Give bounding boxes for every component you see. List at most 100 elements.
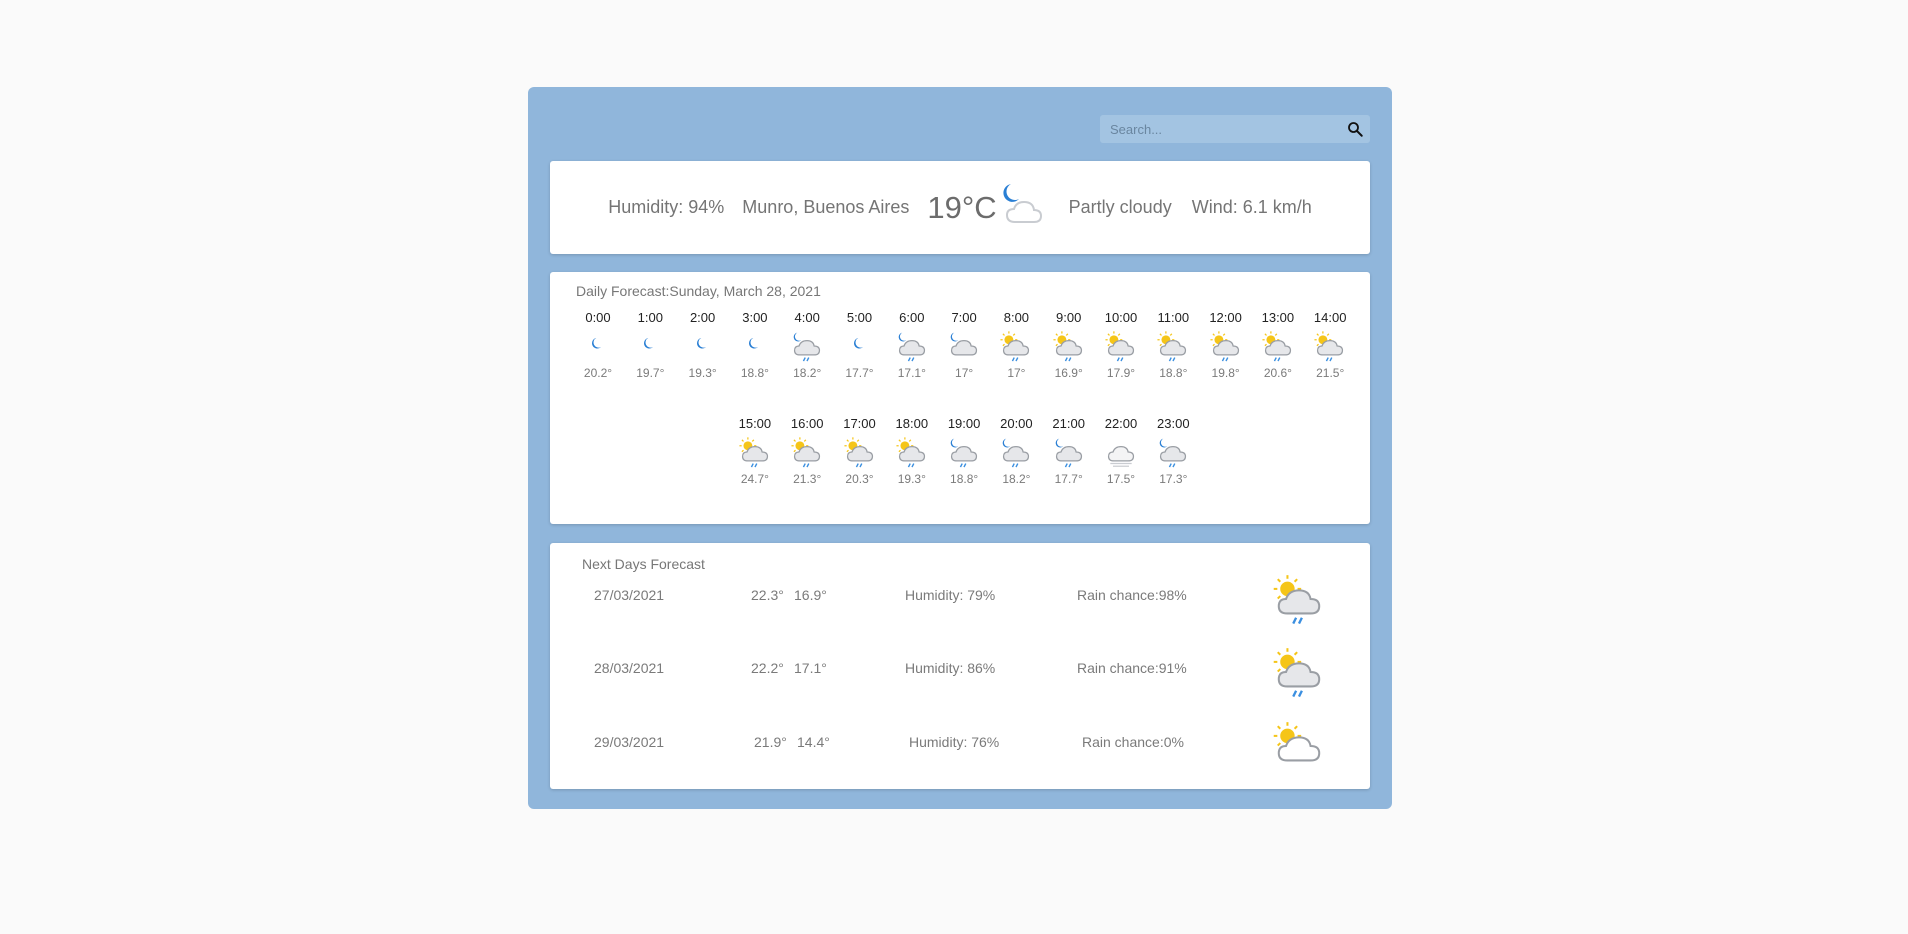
daily-forecast-card: Daily Forecast:Sunday, March 28, 2021 0:… <box>550 272 1370 524</box>
current-temperature: 19°C <box>927 189 997 225</box>
day-rain-chance: Rain chance:0% <box>1082 734 1184 750</box>
hour-time: 12:00 <box>1209 310 1242 325</box>
hour-time: 3:00 <box>742 310 768 325</box>
day-humidity: Humidity: 86% <box>905 660 996 676</box>
fog-icon <box>1107 446 1135 467</box>
moon-icon <box>591 338 602 349</box>
hour-time: 17:00 <box>843 416 876 431</box>
hour-item: 15:00 24.7° <box>729 416 781 486</box>
day-date: 28/03/2021 <box>594 660 665 676</box>
hour-temp: 17.9° <box>1106 366 1136 380</box>
hour-time: 4:00 <box>794 310 820 325</box>
day-row: 29/03/2021 21.9° 14.4° Humidity: 76% Rai… <box>550 722 1370 792</box>
hour-item: 23:00 17.3° <box>1147 416 1199 486</box>
sun-rain-icon <box>1273 648 1321 698</box>
hour-item: 18:00 19.3° <box>886 416 938 486</box>
hour-item: 20:00 18.2° <box>990 416 1042 486</box>
current-location: Munro, Buenos Aires <box>742 197 910 217</box>
current-wind: Wind: 6.1 km/h <box>1191 197 1312 217</box>
sun-rain-icon <box>1105 331 1135 362</box>
hour-item: 3:00 18.8° <box>729 310 781 380</box>
hour-time: 6:00 <box>899 310 925 325</box>
hour-temp: 20.2° <box>583 366 613 380</box>
moon-rain-icon <box>1159 438 1187 468</box>
weather-app: Humidity: 94% Munro, Buenos Aires 19°C P… <box>528 87 1392 809</box>
hour-item: 2:00 19.3° <box>677 310 729 380</box>
sun-rain-icon <box>896 437 925 468</box>
hour-time: 2:00 <box>689 310 716 325</box>
hour-item: 22:00 17.5° <box>1095 416 1147 486</box>
hour-time: 21:00 <box>1052 416 1085 431</box>
hour-time: 19:00 <box>947 416 981 431</box>
hour-time: 23:00 <box>1157 416 1190 431</box>
hour-item: 19:00 18.8° <box>938 416 990 486</box>
sun-rain-icon <box>1273 575 1321 625</box>
hour-time: 0:00 <box>585 310 611 325</box>
hour-time: 1:00 <box>637 310 663 325</box>
hour-temp: 17.7° <box>1054 472 1083 486</box>
hour-temp: 17.1° <box>897 366 926 380</box>
hour-time: 9:00 <box>1056 310 1082 325</box>
hour-temp: 19.8° <box>1211 366 1240 380</box>
hour-item: 13:00 20.6° <box>1252 310 1304 380</box>
day-min-temp: 16.9° <box>794 587 827 603</box>
hour-time: 18:00 <box>895 416 929 431</box>
hour-temp: 17° <box>1007 366 1026 380</box>
hour-item: 16:00 21.3° <box>781 416 833 486</box>
search-input[interactable] <box>1100 115 1350 143</box>
search-icon[interactable] <box>1346 120 1364 138</box>
hour-temp: 16.9° <box>1054 366 1083 380</box>
hour-item: 21:00 17.7° <box>1043 416 1095 486</box>
hour-item: 9:00 16.9° <box>1043 310 1095 380</box>
hour-item: 14:00 21.5° <box>1304 310 1356 380</box>
hour-item: 11:00 18.8° <box>1147 310 1199 380</box>
sun-cloud-icon <box>1273 722 1321 762</box>
hour-time: 7:00 <box>951 310 977 325</box>
day-max-temp: 22.2° <box>751 660 784 676</box>
day-rain-chance: Rain chance:91% <box>1077 660 1187 676</box>
current-weather-card: Humidity: 94% Munro, Buenos Aires 19°C P… <box>550 161 1370 254</box>
sun-rain-icon <box>1314 331 1344 362</box>
hour-temp: 18.8° <box>950 472 979 486</box>
hour-temp: 18.8° <box>740 366 769 380</box>
hour-temp: 17.5° <box>1106 472 1136 486</box>
hour-temp: 19.3° <box>897 472 926 486</box>
current-humidity: Humidity: 94% <box>608 197 725 217</box>
day-row: 28/03/2021 22.2° 17.1° Humidity: 86% Rai… <box>550 648 1370 718</box>
hour-item: 0:00 20.2° <box>572 310 624 380</box>
sun-rain-icon <box>1262 331 1291 362</box>
hour-time: 13:00 <box>1261 310 1295 325</box>
hour-temp: 18.8° <box>1159 366 1188 380</box>
hour-temp: 17.7° <box>845 366 874 380</box>
hour-time: 8:00 <box>1003 310 1030 325</box>
next-days-card: Next Days Forecast 27/03/2021 22.3° 16.9… <box>550 543 1370 789</box>
hour-time: 16:00 <box>790 416 824 431</box>
hour-temp: 18.2° <box>1002 472 1031 486</box>
hour-temp: 19.7° <box>636 366 665 380</box>
hour-item: 5:00 17.7° <box>834 310 886 380</box>
hour-item: 4:00 18.2° <box>781 310 833 380</box>
hour-time: 20:00 <box>1000 416 1033 431</box>
hour-temp: 20.6° <box>1263 366 1292 380</box>
daily-forecast-heading: Daily Forecast:Sunday, March 28, 2021 <box>576 283 821 299</box>
sun-rain-icon <box>843 437 873 468</box>
moon-rain-icon <box>1003 438 1030 468</box>
search-bar <box>1100 115 1370 143</box>
hour-item: 17:00 20.3° <box>834 416 886 486</box>
hour-temp: 21.5° <box>1316 366 1345 380</box>
sun-rain-icon <box>791 437 821 468</box>
hour-item: 12:00 19.8° <box>1200 310 1252 380</box>
sun-rain-icon <box>739 437 768 468</box>
moon-icon <box>853 338 863 349</box>
day-max-temp: 21.9° <box>754 734 787 750</box>
hour-temp: 21.3° <box>793 472 822 486</box>
sun-rain-icon <box>1053 331 1082 362</box>
hour-item: 10:00 17.9° <box>1095 310 1147 380</box>
moon-rain-icon <box>950 438 978 468</box>
day-min-temp: 17.1° <box>794 660 827 676</box>
night-partly-cloudy-icon <box>1003 183 1042 223</box>
hour-item: 1:00 19.7° <box>624 310 676 380</box>
moon-icon <box>696 338 706 349</box>
moon-rain-icon <box>1055 438 1082 468</box>
hour-temp: 17.3° <box>1159 472 1188 486</box>
